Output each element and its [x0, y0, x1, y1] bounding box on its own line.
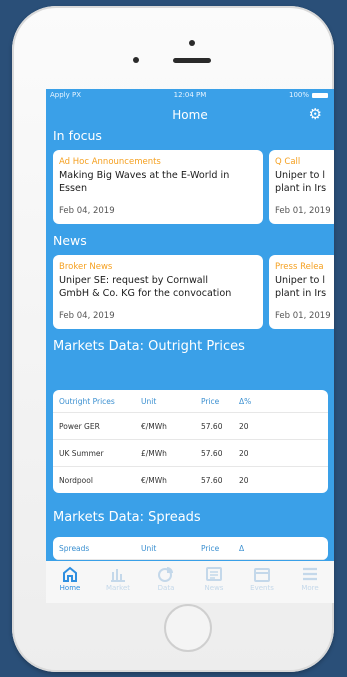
card-date: Feb 01, 2019 — [275, 311, 331, 321]
news-carousel[interactable]: Broker News Uniper SE: request by Cornwa… — [46, 255, 334, 330]
row-unit: €/MWh — [141, 475, 167, 485]
card-category: Broker News — [59, 262, 113, 272]
spreads-table: Spreads Unit Price Δ — [53, 537, 328, 560]
row-change: 20 — [239, 475, 249, 485]
proximity-sensor — [133, 57, 139, 63]
row-name: Power GER — [59, 421, 100, 431]
row-price: 57.60 — [201, 475, 223, 485]
card-category: Press Relea — [275, 262, 324, 272]
column-header: Price — [201, 543, 220, 553]
news-card[interactable]: Q Call Uniper to l plant in Irs Feb 01, … — [269, 150, 334, 224]
card-headline: Uniper to l plant in Irs — [275, 275, 327, 299]
tab-label: Market — [105, 584, 131, 592]
tab-label: More — [301, 584, 319, 592]
tab-market[interactable]: Market — [94, 566, 142, 592]
column-header: Unit — [141, 543, 157, 553]
table-header: Outright Prices Unit Price Δ% — [53, 390, 328, 413]
calendar-icon — [254, 568, 270, 582]
row-unit: €/MWh — [141, 421, 167, 431]
table-row[interactable]: Nordpool €/MWh 57.60 20 — [53, 467, 328, 493]
pie-chart-icon — [158, 567, 173, 582]
row-change: 20 — [239, 421, 249, 431]
column-header: Δ — [239, 543, 245, 553]
row-name: UK Summer — [59, 448, 104, 458]
in-focus-carousel[interactable]: Ad Hoc Announcements Making Big Waves at… — [46, 150, 334, 225]
page-title: Home — [172, 108, 208, 122]
menu-icon — [303, 567, 317, 581]
tab-more[interactable]: More — [286, 566, 334, 592]
card-date: Feb 04, 2019 — [59, 206, 115, 216]
battery-icon — [312, 92, 328, 98]
tab-label: Events — [250, 584, 274, 592]
gear-icon[interactable]: ⚙ — [309, 107, 322, 122]
column-header: Price — [201, 396, 220, 406]
card-date: Feb 04, 2019 — [59, 311, 115, 321]
earpiece-speaker — [173, 58, 211, 63]
card-headline: Making Big Waves at the E-World in Essen — [59, 170, 230, 194]
phone-frame: Apply PX 12:04 PM 100% Home ⚙ In focus A… — [12, 6, 334, 672]
column-header: Outright Prices — [59, 396, 115, 406]
newspaper-icon — [206, 567, 222, 581]
table-row[interactable]: Power GER €/MWh 57.60 20 — [53, 413, 328, 440]
home-button[interactable] — [164, 604, 212, 652]
table-header: Spreads Unit Price Δ — [53, 537, 328, 560]
tab-label: Data — [157, 584, 175, 592]
table-row[interactable]: UK Summer £/MWh 57.60 20 — [53, 440, 328, 467]
battery-indicator: 100% — [289, 91, 328, 99]
card-category: Q Call — [275, 157, 301, 167]
home-icon — [63, 566, 77, 582]
card-date: Feb 01, 2019 — [275, 206, 331, 216]
tab-news[interactable]: News — [190, 566, 238, 592]
row-price: 57.60 — [201, 448, 223, 458]
tab-home[interactable]: Home — [46, 566, 94, 592]
tab-bar: Home Market Data News Events More — [46, 561, 334, 603]
row-change: 20 — [239, 448, 249, 458]
spreads-title: Markets Data: Spreads — [53, 510, 201, 525]
card-category: Ad Hoc Announcements — [59, 157, 161, 167]
card-headline: Uniper SE: request by Cornwall GmbH & Co… — [59, 275, 232, 299]
row-price: 57.60 — [201, 421, 223, 431]
news-title: News — [53, 233, 87, 248]
card-headline: Uniper to l plant in Irs — [275, 170, 327, 194]
row-unit: £/MWh — [141, 448, 167, 458]
column-header: Δ% — [239, 396, 252, 406]
bar-chart-icon — [111, 569, 125, 582]
tab-events[interactable]: Events — [238, 566, 286, 592]
tab-data[interactable]: Data — [142, 566, 190, 592]
outright-prices-title: Markets Data: Outright Prices — [53, 339, 245, 354]
column-header: Spreads — [59, 543, 90, 553]
app-screen: Apply PX 12:04 PM 100% Home ⚙ In focus A… — [46, 89, 334, 603]
column-header: Unit — [141, 396, 157, 406]
outright-prices-table: Outright Prices Unit Price Δ% Power GER … — [53, 390, 328, 493]
in-focus-title: In focus — [53, 128, 102, 143]
navigation-bar: Home ⚙ — [46, 102, 334, 128]
status-bar: Apply PX 12:04 PM 100% — [46, 89, 334, 102]
row-name: Nordpool — [59, 475, 93, 485]
news-card[interactable]: Broker News Uniper SE: request by Cornwa… — [53, 255, 263, 329]
tab-label: News — [204, 584, 224, 592]
news-card[interactable]: Ad Hoc Announcements Making Big Waves at… — [53, 150, 263, 224]
battery-percent: 100% — [288, 91, 309, 99]
camera — [189, 40, 195, 46]
tab-label: Home — [59, 584, 81, 592]
news-card[interactable]: Press Relea Uniper to l plant in Irs Feb… — [269, 255, 334, 329]
